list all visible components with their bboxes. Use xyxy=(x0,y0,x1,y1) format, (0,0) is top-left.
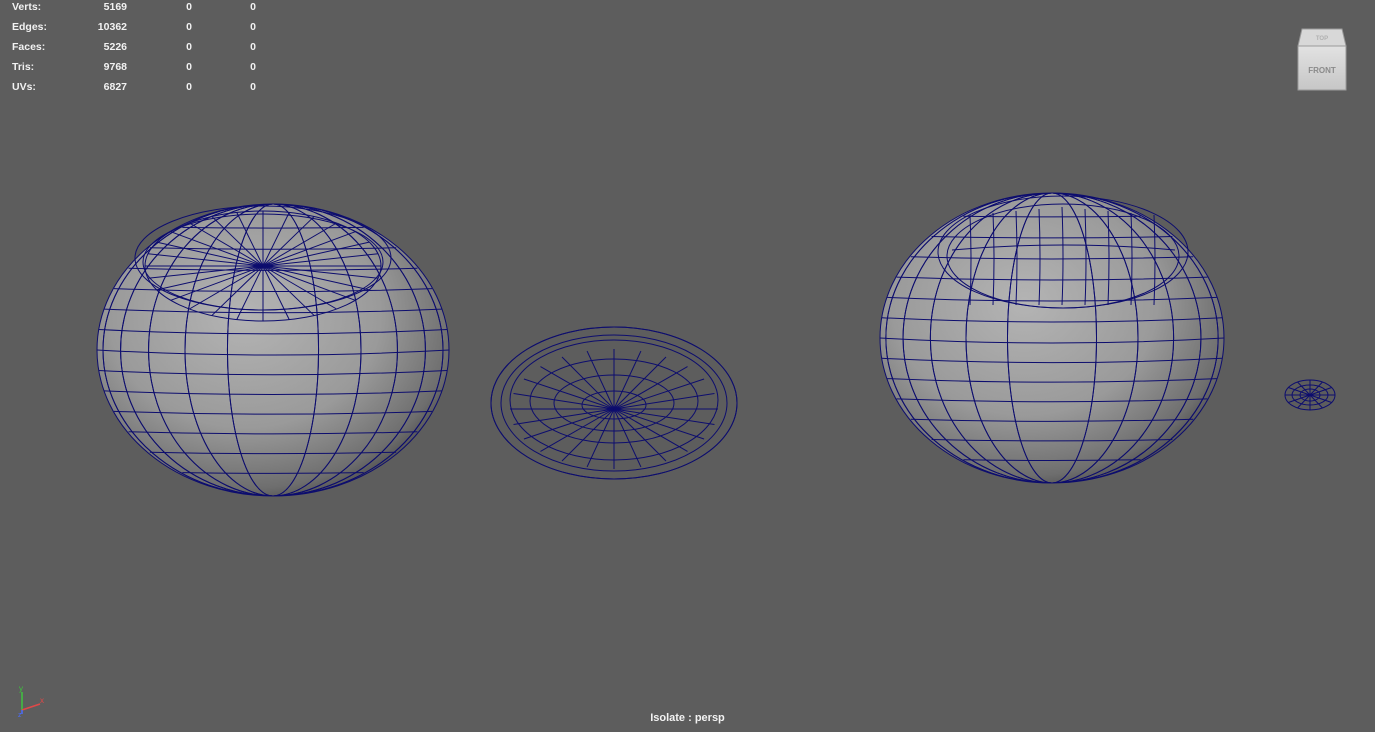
mesh-small-lid[interactable] xyxy=(1284,379,1336,411)
hud-value: 0 xyxy=(250,81,256,93)
hud-value: 0 xyxy=(186,41,192,53)
hud-value: 5226 xyxy=(103,41,127,53)
hud-label: Verts: xyxy=(12,1,42,13)
hud-label: Edges: xyxy=(12,21,48,33)
wireframe-edge xyxy=(513,392,615,410)
hud-value: 0 xyxy=(250,61,256,73)
isolate-status: Isolate : persp xyxy=(650,712,725,724)
axis-x-line xyxy=(21,703,41,711)
axis-x-label: x xyxy=(40,696,44,705)
hud-label: Faces: xyxy=(12,41,46,53)
scene-canvas[interactable] xyxy=(0,0,1375,732)
wireframe-edge xyxy=(613,408,715,426)
mesh-lid-dish[interactable] xyxy=(490,326,738,480)
hud-value: 5169 xyxy=(103,1,127,13)
viewport-persp[interactable]: Verts: 5169 0 0 Edges: 10362 0 0 Faces: … xyxy=(0,0,1375,732)
view-cube-front-label: FRONT xyxy=(1308,66,1336,75)
view-cube-top-label: TOP xyxy=(1316,36,1328,42)
hud-value: 0 xyxy=(250,21,256,33)
axis-y-label: y xyxy=(19,684,23,693)
hud-value: 0 xyxy=(250,41,256,53)
hud-value: 10362 xyxy=(97,21,127,33)
wireframe-edge xyxy=(513,408,615,426)
hud-label: Tris: xyxy=(12,61,35,73)
hud-value: 0 xyxy=(186,21,192,33)
view-cube[interactable]: TOP FRONT xyxy=(1296,26,1350,92)
wireframe-edge xyxy=(613,392,715,410)
hud-value: 0 xyxy=(186,81,192,93)
hud-value: 0 xyxy=(250,1,256,13)
hud-value: 9768 xyxy=(103,61,127,73)
hud-value: 0 xyxy=(186,61,192,73)
mesh-pot-open[interactable] xyxy=(879,192,1225,484)
hud-value: 0 xyxy=(186,1,192,13)
mesh-pot-closed[interactable] xyxy=(96,203,450,497)
hud-label: UVs: xyxy=(12,81,36,93)
hud-value: 6827 xyxy=(103,81,127,93)
